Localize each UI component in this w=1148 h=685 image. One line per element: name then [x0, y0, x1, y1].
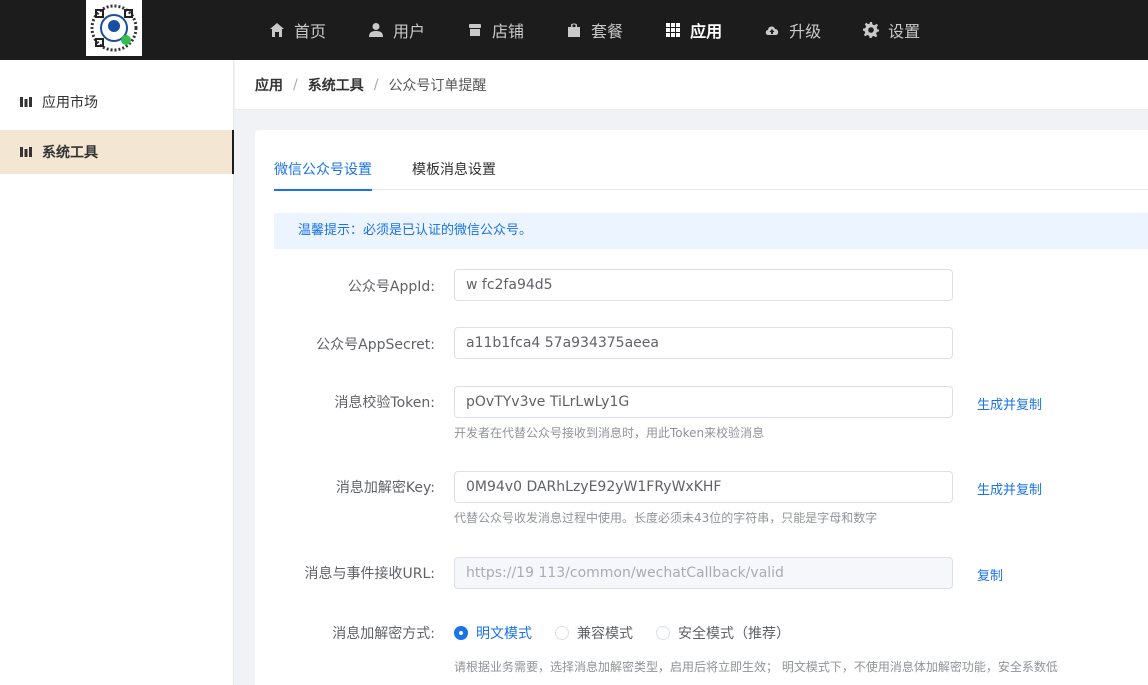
nav-item-label: 店铺	[492, 22, 525, 41]
appsecret-input[interactable]: a11b1fca4 57a934375aeea	[454, 327, 953, 359]
nav-item-label: 首页	[294, 22, 327, 41]
radio-dot	[454, 626, 468, 640]
main-nav: 首页 用户 店铺 套餐 应用 升级 设置	[256, 0, 949, 60]
info-alert: 温馨提示：必须是已认证的微信公众号。	[274, 213, 1148, 249]
store-icon	[466, 21, 484, 39]
appid-input[interactable]: w fc2fa94d5	[454, 269, 953, 301]
radio-label: 安全模式（推荐）	[678, 626, 790, 642]
nav-item-label: 设置	[888, 22, 921, 41]
nav-item-upgrade[interactable]: 升级	[751, 0, 833, 60]
sidebar-item-app-market[interactable]: 应用市场	[0, 80, 234, 124]
qr-code-icon	[88, 2, 140, 54]
radio-label: 明文模式	[476, 626, 532, 642]
mode-label: 消息加解密方式:	[332, 626, 435, 642]
nav-item-label: 升级	[789, 22, 822, 41]
radio-dot	[656, 626, 670, 640]
breadcrumb: 应用 / 系统工具 / 公众号订单提醒	[235, 60, 1148, 110]
generate-copy-key-button[interactable]: 生成并复制	[977, 479, 1042, 498]
home-icon	[268, 21, 286, 39]
key-label: 消息加解密Key:	[335, 480, 435, 496]
appsecret-label: 公众号AppSecret:	[316, 337, 435, 353]
radio-secure-mode[interactable]: 安全模式（推荐）	[656, 623, 790, 643]
token-label: 消息校验Token:	[334, 395, 435, 411]
gear-icon	[862, 21, 880, 39]
breadcrumb-item-current: 公众号订单提醒	[388, 77, 487, 94]
copy-url-button[interactable]: 复制	[977, 565, 1003, 584]
breadcrumb-item-apps[interactable]: 应用	[255, 75, 283, 95]
radio-dot	[555, 626, 569, 640]
token-input[interactable]: pOvTYv3ve TiLrLwLy1G	[454, 386, 953, 418]
grid-icon	[664, 21, 682, 39]
url-input: https://19 113/common/wechatCallback/val…	[454, 557, 953, 589]
nav-item-settings[interactable]: 设置	[850, 0, 932, 60]
radio-compatible-mode[interactable]: 兼容模式	[555, 623, 633, 643]
top-navbar: 首页 用户 店铺 套餐 应用 升级 设置	[0, 0, 1148, 60]
generate-copy-token-button[interactable]: 生成并复制	[977, 394, 1042, 413]
mode-radio-group: 明文模式 兼容模式 安全模式（推荐）	[454, 623, 813, 643]
tab-template-settings[interactable]: 模板消息设置	[412, 150, 496, 190]
bag-icon	[565, 21, 583, 39]
radio-plaintext-mode[interactable]: 明文模式	[454, 623, 532, 643]
breadcrumb-separator: /	[293, 76, 298, 93]
key-input[interactable]: 0M94v0 DARhLzyE92yW1FRyWxKHF	[454, 471, 953, 503]
user-icon	[367, 21, 385, 39]
settings-card: 微信公众号设置 模板消息设置 温馨提示：必须是已认证的微信公众号。 公众号App…	[255, 130, 1148, 685]
sidebar-item-system-tools[interactable]: 系统工具	[0, 130, 234, 174]
nav-item-label: 应用	[690, 22, 723, 41]
appid-label: 公众号AppId:	[347, 279, 435, 295]
sidebar: 应用市场 系统工具	[0, 60, 234, 685]
url-label: 消息与事件接收URL:	[304, 566, 436, 582]
mode-help-text: 请根据业务需要，选择消息加解密类型，启用后将立即生效； 明文模式下，不使用消息体…	[454, 660, 1058, 674]
sidebar-item-label: 应用市场	[42, 95, 98, 111]
token-help-text: 开发者在代替公众号接收到消息时，用此Token来校验消息	[454, 426, 765, 440]
radio-label: 兼容模式	[577, 626, 633, 642]
tab-wechat-settings[interactable]: 微信公众号设置	[274, 150, 372, 191]
nav-item-label: 套餐	[591, 22, 624, 41]
nav-item-apps[interactable]: 应用	[652, 0, 734, 60]
nav-item-home[interactable]: 首页	[256, 0, 338, 60]
logo-qr-code[interactable]	[86, 0, 142, 56]
key-help-text: 代替公众号收发消息过程中使用。长度必须未43位的字符串，只能是字母和数字	[454, 511, 878, 525]
breadcrumb-item-system-tools[interactable]: 系统工具	[308, 75, 364, 95]
chart-icon	[20, 96, 32, 108]
cloud-upload-icon	[763, 21, 781, 39]
breadcrumb-separator: /	[373, 76, 379, 93]
chart-icon	[20, 146, 32, 158]
nav-item-stores[interactable]: 店铺	[454, 0, 536, 60]
nav-item-label: 用户	[393, 22, 426, 41]
tab-bar: 微信公众号设置 模板消息设置	[274, 150, 1148, 191]
nav-item-packages[interactable]: 套餐	[553, 0, 635, 60]
sidebar-item-label: 系统工具	[42, 145, 98, 161]
nav-item-users[interactable]: 用户	[355, 0, 437, 60]
